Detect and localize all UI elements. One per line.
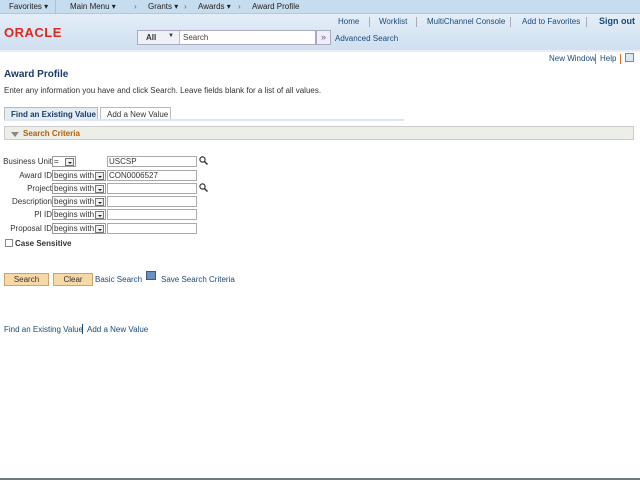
dropdown-arrow-icon[interactable] <box>95 172 104 180</box>
section-title: Search Criteria <box>23 129 80 138</box>
operator-select[interactable]: = <box>52 156 76 167</box>
breadcrumb-sep: › <box>184 2 187 11</box>
tab-underline <box>4 119 404 121</box>
field-input[interactable] <box>107 209 197 220</box>
breadcrumb-award-profile: Award Profile <box>252 2 300 11</box>
search-box: All ▼ Search <box>137 30 316 45</box>
case-sensitive-label: Case Sensitive <box>15 239 72 248</box>
clear-button[interactable]: Clear <box>53 273 93 286</box>
help-link[interactable]: Help <box>600 54 616 63</box>
favorites-menu[interactable]: Favorites ▾ <box>9 2 48 11</box>
operator-select[interactable]: begins with <box>52 223 106 234</box>
breadcrumb-awards[interactable]: Awards ▾ <box>198 2 231 11</box>
dropdown-arrow-icon[interactable] <box>95 185 104 193</box>
lookup-icon[interactable] <box>199 183 209 193</box>
field-label: Business Unit <box>3 157 52 166</box>
search-input[interactable]: Search <box>183 33 208 42</box>
footer-find-existing-link[interactable]: Find an Existing Value <box>4 325 83 334</box>
field-label: Award ID <box>19 171 52 180</box>
field-input[interactable] <box>107 183 197 194</box>
instructions: Enter any information you have and click… <box>4 86 322 95</box>
operator-select[interactable]: begins with <box>52 196 106 207</box>
dropdown-arrow-icon[interactable] <box>95 198 104 206</box>
divider <box>82 324 83 334</box>
top-nav-bar: Favorites ▾ Main Menu ▾ › Grants ▾ › Awa… <box>0 0 640 14</box>
divider <box>55 0 56 14</box>
search-go-button[interactable]: » <box>316 30 331 45</box>
operator-select[interactable]: begins with <box>52 183 106 194</box>
add-to-favorites-link[interactable]: Add to Favorites <box>522 17 580 26</box>
page-title: Award Profile <box>4 69 69 80</box>
dropdown-arrow-icon[interactable] <box>95 225 104 233</box>
advanced-search-link[interactable]: Advanced Search <box>335 34 398 43</box>
main-menu[interactable]: Main Menu ▾ <box>70 2 116 11</box>
field-label: PI ID <box>34 210 52 219</box>
field-label: Description <box>11 197 52 206</box>
field-input[interactable] <box>107 223 197 234</box>
breadcrumb-sep: › <box>134 2 137 11</box>
search-button[interactable]: Search <box>4 273 49 286</box>
home-link[interactable]: Home <box>338 17 359 26</box>
field-label: Proposal ID <box>10 224 52 233</box>
operator-select[interactable]: begins with <box>52 209 106 220</box>
breadcrumb-sep: › <box>238 2 241 11</box>
new-window-link[interactable]: New Window <box>549 54 596 63</box>
field-input[interactable]: USCSP <box>107 156 197 167</box>
sign-out-link[interactable]: Sign out <box>599 16 635 26</box>
dropdown-arrow-icon[interactable] <box>65 158 74 166</box>
dropdown-arrow-icon[interactable] <box>95 211 104 219</box>
oracle-logo: ORACLE <box>4 25 62 40</box>
save-search-icon[interactable] <box>146 271 156 280</box>
search-scope-select[interactable]: All ▼ <box>138 31 180 44</box>
field-input[interactable]: CON0006527 <box>107 170 197 181</box>
divider <box>595 54 596 64</box>
field-label: Project <box>27 184 52 193</box>
search-criteria-header[interactable]: Search Criteria <box>4 126 634 140</box>
worklist-link[interactable]: Worklist <box>379 17 407 26</box>
collapse-arrow-icon[interactable] <box>11 132 19 137</box>
divider <box>620 54 621 64</box>
case-sensitive-checkbox[interactable] <box>5 239 13 247</box>
operator-select[interactable]: begins with <box>52 170 106 181</box>
save-search-criteria-link[interactable]: Save Search Criteria <box>161 275 235 284</box>
field-input[interactable] <box>107 196 197 207</box>
multichannel-console-link[interactable]: MultiChannel Console <box>427 17 505 26</box>
footer-add-new-link[interactable]: Add a New Value <box>87 325 148 334</box>
basic-search-link[interactable]: Basic Search <box>95 275 142 284</box>
personalize-page-icon[interactable] <box>625 53 634 62</box>
breadcrumb-grants[interactable]: Grants ▾ <box>148 2 178 11</box>
lookup-icon[interactable] <box>199 156 209 166</box>
